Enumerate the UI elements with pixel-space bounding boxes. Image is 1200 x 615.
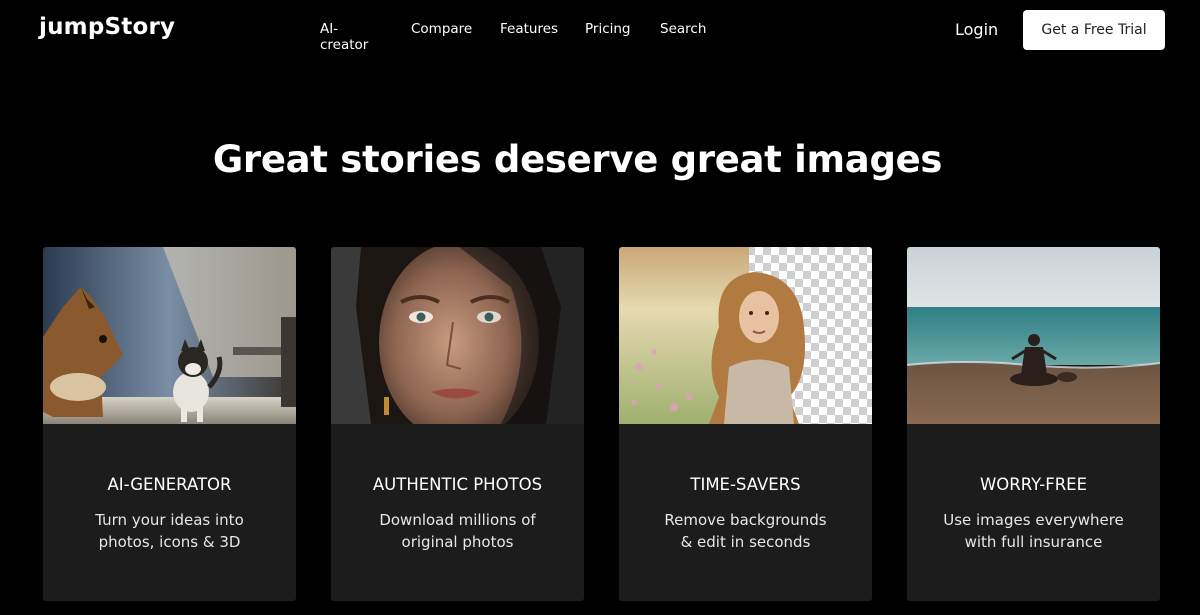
nav-item-features[interactable]: Features [500,21,558,37]
card-title: TIME-SAVERS [690,475,801,494]
nav-item-pricing[interactable]: Pricing [585,21,631,37]
card-description-line: with full insurance [964,533,1103,551]
dog-kitten-image [43,247,296,424]
card-ai-generator[interactable]: AI-GENERATOR Turn your ideas into photos… [43,247,296,601]
nav-item-search[interactable]: Search [660,21,706,37]
beach-meditation-image [907,247,1160,424]
card-description: Use images everywhere with full insuranc… [917,509,1150,553]
logo[interactable]: jumpStory [39,14,175,40]
portrait-image [331,247,584,424]
hero-title: Great stories deserve great images [212,138,943,181]
card-description-line: Use images everywhere [943,511,1124,529]
card-time-savers[interactable]: TIME-SAVERS Remove backgrounds & edit in… [619,247,872,601]
card-description-line: Turn your ideas into [95,511,244,529]
card-title: WORRY-FREE [979,475,1088,494]
card-title: AI-GENERATOR [107,475,232,494]
card-description-line: photos, icons & 3D [98,533,241,551]
card-description-line: Remove backgrounds [664,511,827,529]
card-worry-free[interactable]: WORRY-FREE Use images everywhere with fu… [907,247,1160,601]
nav-item-ai-creator[interactable]: AI-creator [320,21,368,53]
site-header: jumpStory AI-creator Compare Features Pr… [0,0,1200,60]
card-description-line: Download millions of [379,511,536,529]
card-description-line: & edit in seconds [680,533,811,551]
card-description: Turn your ideas into photos, icons & 3D [53,509,286,553]
card-description: Download millions of original photos [341,509,574,553]
card-description-line: original photos [401,533,514,551]
background-removal-image [619,247,872,424]
free-trial-button[interactable]: Get a Free Trial [1023,10,1165,50]
card-title: AUTHENTIC PHOTOS [372,475,543,494]
login-link[interactable]: Login [955,20,998,39]
card-description: Remove backgrounds & edit in seconds [629,509,862,553]
nav-item-compare[interactable]: Compare [411,21,472,37]
card-authentic-photos[interactable]: AUTHENTIC PHOTOS Download millions of or… [331,247,584,601]
